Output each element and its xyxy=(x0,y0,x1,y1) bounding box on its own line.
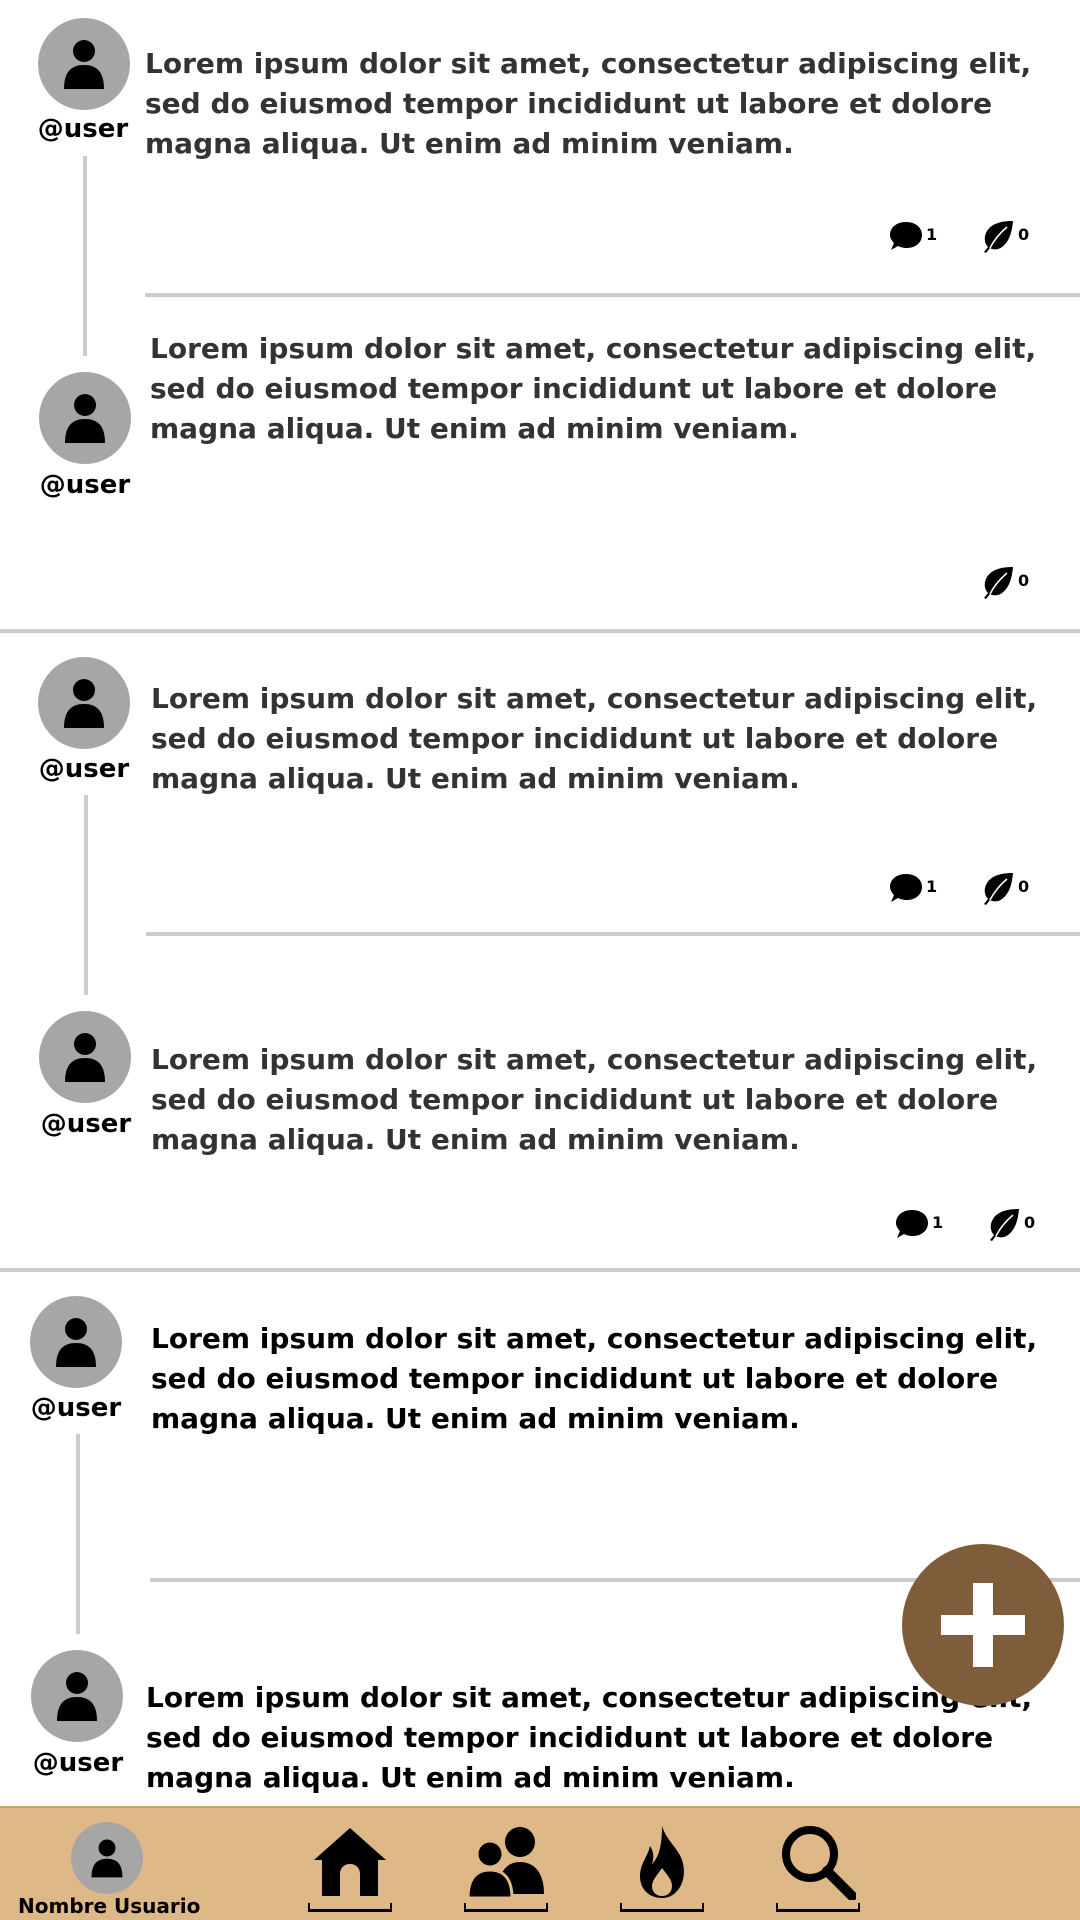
comment-icon xyxy=(894,1206,930,1242)
fire-icon xyxy=(640,1826,684,1898)
user-icon xyxy=(55,1671,99,1721)
like-count[interactable]: 0 xyxy=(980,870,1029,906)
new-post-button[interactable] xyxy=(902,1544,1064,1706)
like-count-value: 0 xyxy=(1018,570,1030,590)
post-username[interactable]: @user xyxy=(23,1748,133,1778)
avatar[interactable] xyxy=(39,372,131,464)
leaf-icon xyxy=(980,218,1016,254)
post-text: Lorem ipsum dolor sit amet, consectetur … xyxy=(146,1681,1033,1794)
profile-avatar[interactable] xyxy=(71,1822,143,1894)
bottom-navigation: Nombre Usuario xyxy=(0,1806,1080,1920)
avatar[interactable] xyxy=(39,1011,131,1103)
avatar[interactable] xyxy=(38,18,130,110)
post-text: Lorem ipsum dolor sit amet, consectetur … xyxy=(145,47,1032,160)
post-username[interactable]: @user xyxy=(30,470,140,500)
nav-search[interactable] xyxy=(776,1824,860,1916)
comment-icon xyxy=(888,870,924,906)
leaf-icon xyxy=(986,1206,1022,1242)
comment-count[interactable]: 1 xyxy=(888,218,937,254)
comment-icon xyxy=(888,218,924,254)
avatar[interactable] xyxy=(38,657,130,749)
like-count[interactable]: 0 xyxy=(980,564,1029,600)
like-count[interactable]: 0 xyxy=(986,1206,1035,1242)
nav-trending[interactable] xyxy=(620,1824,704,1916)
plus-icon xyxy=(941,1583,1025,1667)
post-username[interactable]: @user xyxy=(31,1109,141,1139)
leaf-icon xyxy=(980,870,1016,906)
nav-friends[interactable] xyxy=(464,1824,548,1916)
nav-home[interactable] xyxy=(308,1824,392,1916)
comment-count[interactable]: 1 xyxy=(894,1206,943,1242)
user-icon xyxy=(63,1032,107,1082)
avatar[interactable] xyxy=(30,1296,122,1388)
reply-divider xyxy=(146,932,1080,936)
comment-count-value: 1 xyxy=(926,224,938,244)
home-icon xyxy=(314,1828,386,1896)
like-count-value: 0 xyxy=(1018,224,1030,244)
post-username[interactable]: @user xyxy=(29,754,139,784)
user-icon xyxy=(90,1838,124,1878)
user-icon xyxy=(54,1317,98,1367)
reply-divider xyxy=(145,293,1080,297)
comment-count-value: 1 xyxy=(932,1212,944,1232)
user-icon xyxy=(63,393,107,443)
like-count[interactable]: 0 xyxy=(980,218,1029,254)
avatar[interactable] xyxy=(31,1650,123,1742)
post-text: Lorem ipsum dolor sit amet, consectetur … xyxy=(151,1043,1038,1156)
nav-search-underline xyxy=(776,1903,860,1912)
user-icon xyxy=(62,678,106,728)
profile-name[interactable]: Nombre Usuario xyxy=(18,1894,200,1918)
thread-divider xyxy=(0,1268,1080,1272)
thread-line xyxy=(84,795,88,995)
comment-count[interactable]: 1 xyxy=(888,870,937,906)
post-text: Lorem ipsum dolor sit amet, consectetur … xyxy=(150,332,1037,445)
post-username[interactable]: @user xyxy=(21,1393,131,1423)
user-icon xyxy=(62,39,106,89)
nav-trending-underline xyxy=(620,1903,704,1912)
leaf-icon xyxy=(980,564,1016,600)
thread-line xyxy=(83,156,87,356)
nav-friends-underline xyxy=(464,1903,548,1912)
like-count-value: 0 xyxy=(1018,876,1030,896)
comment-count-value: 1 xyxy=(926,876,938,896)
like-count-value: 0 xyxy=(1024,1212,1036,1232)
thread-divider xyxy=(0,629,1080,633)
search-icon xyxy=(782,1826,856,1900)
post-text: Lorem ipsum dolor sit amet, consectetur … xyxy=(151,1322,1038,1435)
users-icon xyxy=(468,1827,544,1900)
post-text: Lorem ipsum dolor sit amet, consectetur … xyxy=(151,682,1038,795)
post-username[interactable]: @user xyxy=(28,114,138,144)
nav-home-underline xyxy=(308,1903,392,1912)
thread-line xyxy=(76,1434,80,1634)
